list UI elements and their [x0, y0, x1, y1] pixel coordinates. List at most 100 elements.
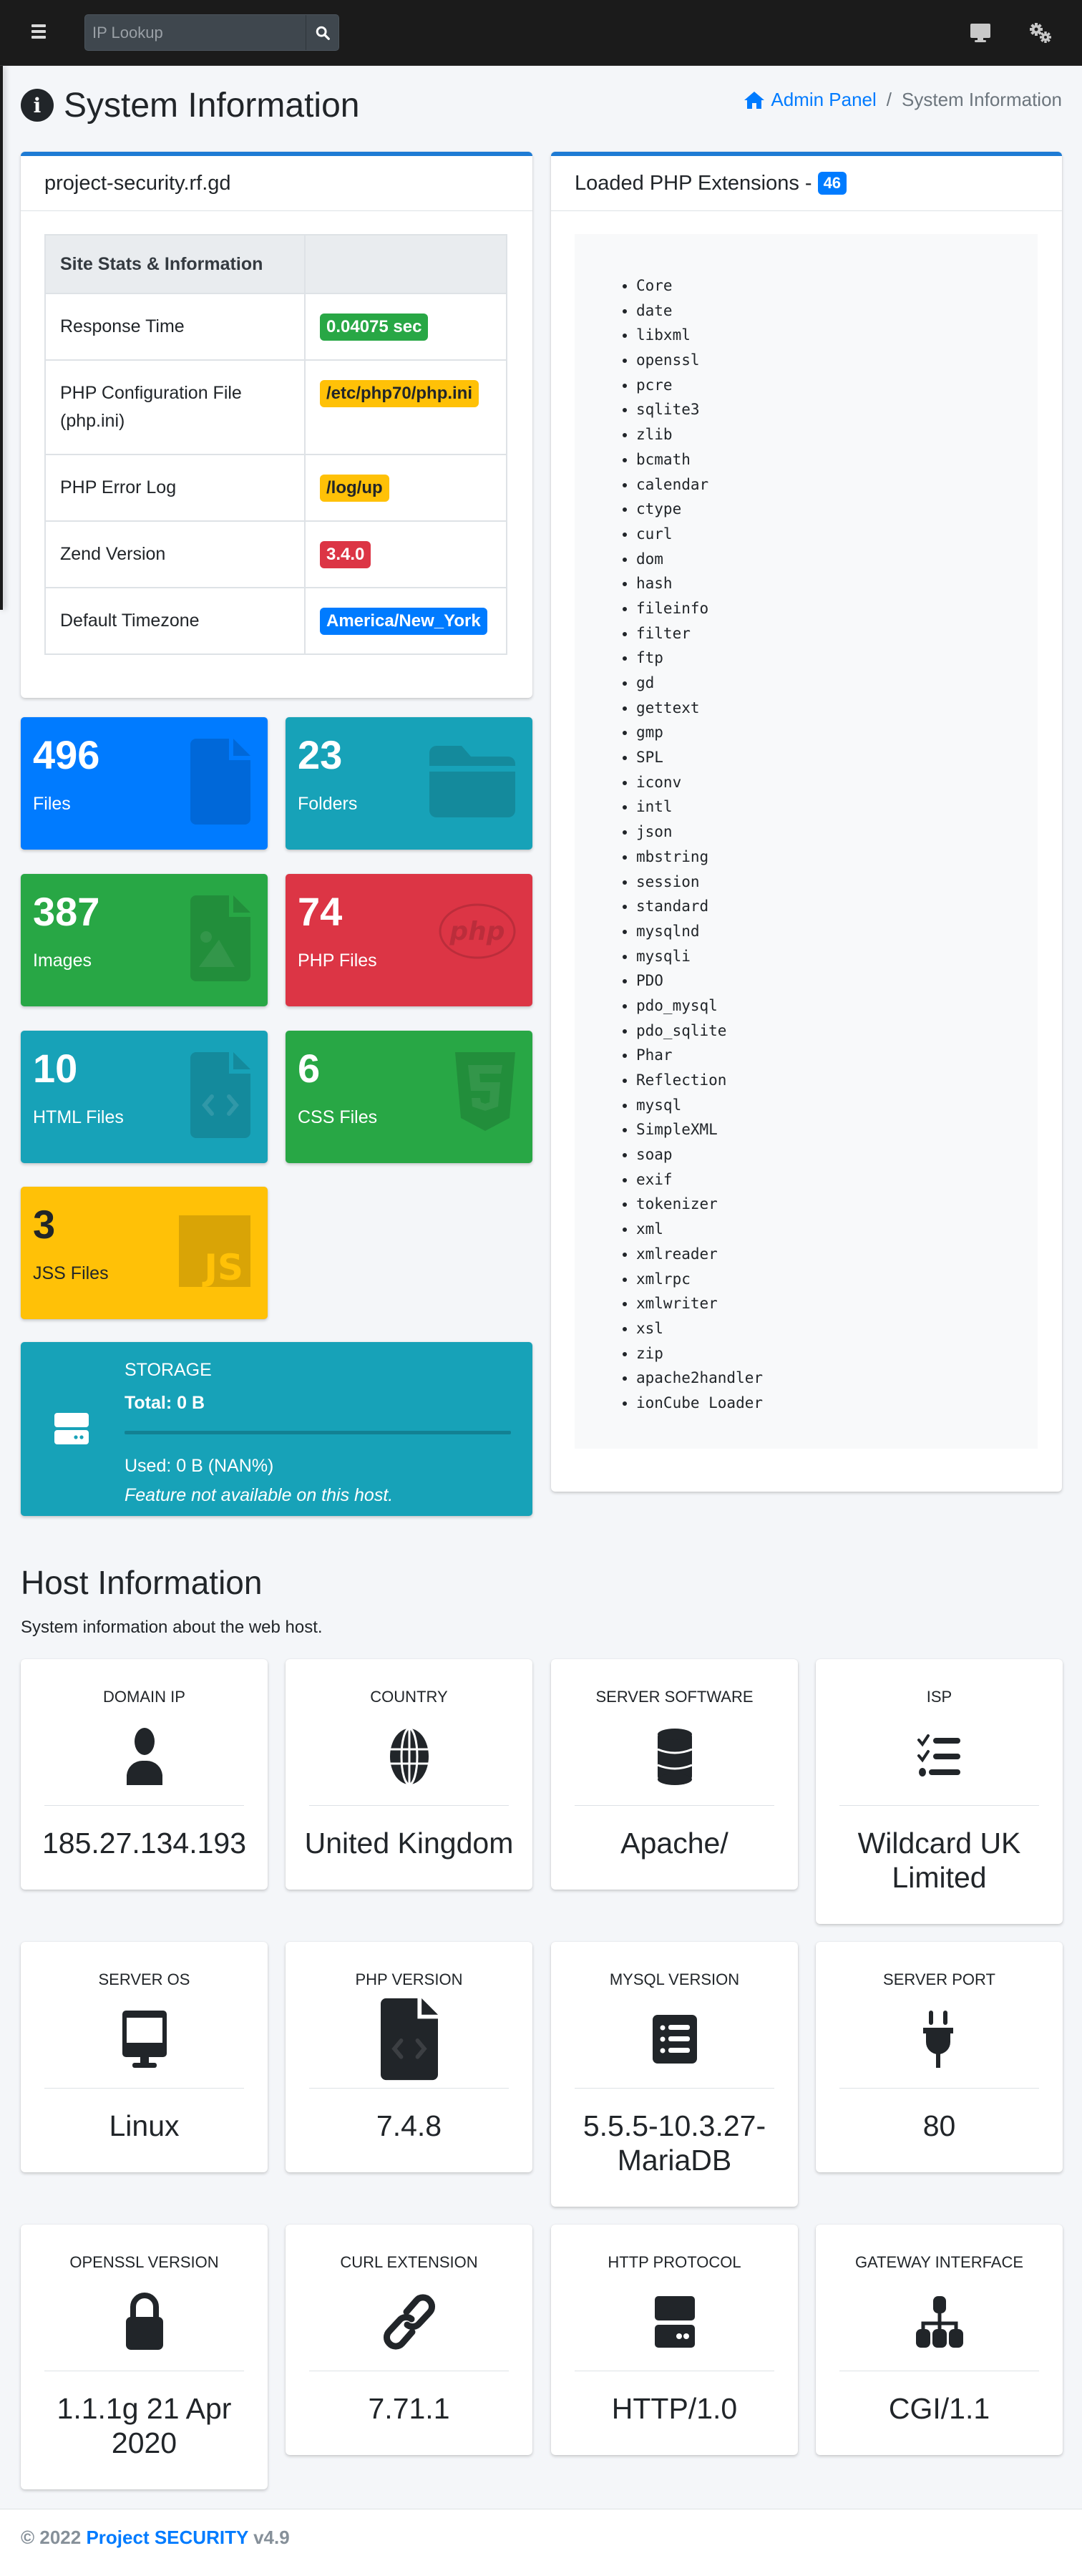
extension-item: pdo_mysql: [636, 993, 1038, 1019]
divider: [44, 1805, 244, 1806]
extension-item: SPL: [636, 745, 1038, 770]
host-card-value: 7.71.1: [368, 2392, 450, 2425]
stat-count: 6: [298, 1046, 321, 1091]
stat-box-jss-files[interactable]: 3 JSS Files JS: [21, 1187, 268, 1319]
search-button[interactable]: [306, 15, 338, 50]
extension-item: SimpleXML: [636, 1117, 1038, 1142]
stat-box-html-files[interactable]: 10 HTML Files: [21, 1031, 268, 1163]
site-stats-table: Site Stats & Information Response Time 0…: [44, 234, 507, 655]
tasks-icon: [911, 1728, 968, 1785]
host-card-isp: ISP Wildcard UK Limited: [816, 1659, 1063, 1924]
svg-text:php: php: [449, 917, 505, 946]
divider: [309, 1805, 509, 1806]
extension-item: mysqli: [636, 944, 1038, 969]
host-card-openssl-version: OPENSSL VERSION 1.1.1g 21 Apr 2020: [21, 2225, 268, 2489]
menu-toggle-button[interactable]: [29, 21, 49, 43]
stat-label: Default Timezone: [44, 586, 306, 655]
footer-copyright: © 2022: [21, 2527, 82, 2548]
stat-value-cell: /log/up: [304, 453, 507, 522]
host-card-label: CURL EXTENSION: [340, 2253, 478, 2271]
host-card-value: 1.1.1g 21 Apr 2020: [57, 2392, 232, 2460]
extension-item: json: [636, 820, 1038, 845]
divider: [575, 1805, 774, 1806]
stat-label: Files: [33, 794, 71, 814]
extension-item: ionCube Loader: [636, 1391, 1038, 1416]
extension-item: xmlwriter: [636, 1291, 1038, 1316]
desktop-view-button[interactable]: [968, 20, 993, 46]
host-card-server-os: SERVER OS Linux: [21, 1942, 268, 2172]
host-card-http-protocol: HTTP PROTOCOL HTTP/1.0: [551, 2225, 798, 2455]
divider: [44, 2088, 244, 2089]
stat-value-badge: 0.04075 sec: [320, 314, 429, 341]
lock-icon: [116, 2293, 173, 2351]
desktop-icon: [116, 2011, 173, 2068]
extension-item: mysql: [636, 1093, 1038, 1118]
stat-value-badge: America/New_York: [320, 607, 487, 635]
host-card-label: ISP: [926, 1688, 952, 1706]
stat-value-cell: 3.4.0: [304, 520, 507, 588]
extension-item: gettext: [636, 696, 1038, 721]
extension-item: intl: [636, 794, 1038, 820]
stat-value-cell: America/New_York: [304, 586, 507, 655]
globe-icon: [381, 1728, 438, 1785]
divider: [839, 2088, 1039, 2089]
breadcrumb-home-link[interactable]: Admin Panel: [744, 89, 877, 111]
storage-total: Total: 0 B: [125, 1393, 205, 1413]
host-card-label: COUNTRY: [370, 1688, 448, 1706]
extension-item: calendar: [636, 472, 1038, 497]
host-card-mysql-version: MYSQL VERSION 5.5.5-10.3.27-MariaDB: [551, 1942, 798, 2207]
home-icon: [744, 91, 765, 109]
php-extensions-header: Loaded PHP Extensions - 46: [551, 156, 1062, 211]
storage-box: STORAGE Total: 0 B Used: 0 B (NAN%) Feat…: [21, 1342, 532, 1516]
stat-count: 3: [33, 1202, 56, 1247]
host-card-gateway-interface: GATEWAY INTERFACE CGI/1.1: [816, 2225, 1063, 2455]
extension-item: sqlite3: [636, 397, 1038, 422]
host-card-label: OPENSSL VERSION: [69, 2253, 219, 2271]
extension-item: bcmath: [636, 447, 1038, 472]
stat-label: Response Time: [44, 293, 306, 361]
settings-button[interactable]: [1028, 20, 1053, 46]
top-navbar: [0, 0, 1082, 66]
extension-item: gmp: [636, 720, 1038, 745]
host-card-label: DOMAIN IP: [103, 1688, 185, 1706]
stat-label: Zend Version: [44, 520, 306, 588]
extension-item: mysqlnd: [636, 919, 1038, 944]
footer-brand-link[interactable]: Project SECURITY: [86, 2527, 248, 2548]
stat-label: HTML Files: [33, 1107, 124, 1127]
stat-box-files[interactable]: 496 Files: [21, 717, 268, 850]
footer-version: v4.9: [253, 2527, 290, 2548]
extensions-list-box: Coredatelibxmlopensslpcresqlite3zlibbcma…: [575, 234, 1038, 1449]
stat-box-css-files[interactable]: 6 CSS Files: [286, 1031, 532, 1163]
stat-box-images[interactable]: 387 Images: [21, 874, 268, 1006]
database-icon: [646, 1728, 703, 1785]
image-file-icon: [190, 895, 250, 985]
extension-item: Core: [636, 273, 1038, 298]
host-card-value: CGI/1.1: [888, 2392, 990, 2425]
table-row: Default Timezone America/New_York: [44, 586, 507, 655]
extension-item: fileinfo: [636, 596, 1038, 621]
ip-lookup-input[interactable]: [85, 15, 306, 50]
host-card-label: GATEWAY INTERFACE: [854, 2253, 1024, 2271]
link-icon: [381, 2293, 438, 2351]
stat-count: 10: [33, 1046, 78, 1091]
table-row: Zend Version 3.4.0: [44, 520, 507, 588]
js-icon: JS: [179, 1215, 250, 1291]
host-card-value: United Kingdom: [304, 1827, 514, 1860]
table-header-empty: [304, 234, 507, 294]
user-icon: [116, 1728, 173, 1785]
stat-label: Images: [33, 951, 92, 971]
stat-box-php-files[interactable]: 74 PHP Files php: [286, 874, 532, 1006]
php-extensions-title: Loaded PHP Extensions -: [575, 171, 812, 195]
extensions-count-badge: 46: [817, 171, 847, 195]
host-card-country: COUNTRY United Kingdom: [286, 1659, 532, 1890]
host-card-value: Linux: [109, 2109, 180, 2142]
extension-item: Reflection: [636, 1068, 1038, 1093]
stat-box-folders[interactable]: 23 Folders: [286, 717, 532, 850]
code-file-icon: [380, 1998, 438, 2081]
host-info-title: Host Information: [21, 1564, 263, 1601]
hdd-icon: [54, 1413, 89, 1444]
breadcrumb-separator: /: [886, 89, 892, 110]
table-header-site-stats: Site Stats & Information: [44, 234, 306, 294]
host-card-value: 5.5.5-10.3.27-MariaDB: [583, 2109, 766, 2177]
table-header-row: Site Stats & Information: [44, 234, 507, 294]
